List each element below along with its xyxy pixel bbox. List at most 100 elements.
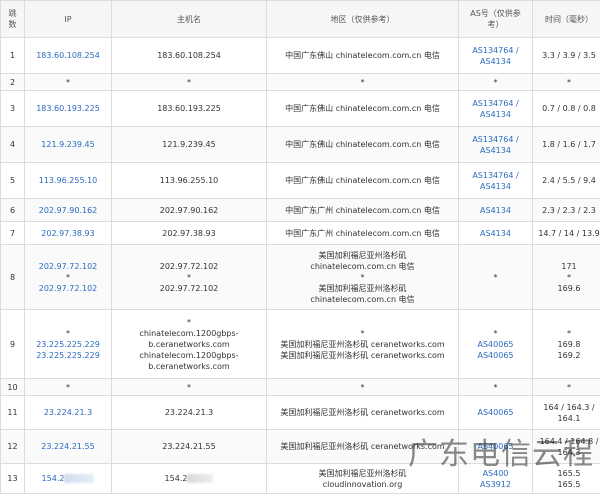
hop-number: 7 — [3, 228, 22, 239]
ip-link[interactable]: 154.2 — [42, 474, 65, 483]
loc-text: * — [269, 328, 456, 339]
table-row: 2***** — [1, 74, 600, 91]
location-cell: 美国加利福尼亚州洛杉矶chinatelecom.com.cn 电信*美国加利福尼… — [267, 245, 459, 310]
as-link[interactable]: AS4134 — [461, 205, 530, 216]
ip-link[interactable]: 183.60.193.225 — [27, 103, 109, 114]
as-text: * — [461, 328, 530, 339]
as-text: * — [461, 382, 530, 393]
ip-link[interactable]: 23.225.225.229 — [27, 350, 109, 361]
time-text: * — [535, 77, 600, 88]
hop-number: 1 — [3, 50, 22, 61]
hop-cell: 11 — [1, 396, 25, 430]
host-text: b.ceranetworks.com — [114, 339, 264, 350]
ip-link[interactable]: 202.97.90.162 — [27, 205, 109, 216]
loc-text: * — [269, 382, 456, 393]
as-link[interactable]: AS4134 — [461, 56, 530, 67]
hostname-cell: 113.96.255.10 — [112, 163, 267, 199]
loc-text: * — [269, 272, 456, 283]
host-text: 202.97.38.93 — [114, 228, 264, 239]
table-row: 7202.97.38.93202.97.38.93中国广东广州 chinatel… — [1, 222, 600, 245]
as-link[interactable]: AS134764 / — [461, 134, 530, 145]
hop-number: 4 — [3, 139, 22, 150]
hop-cell: 5 — [1, 163, 25, 199]
host-text: 23.224.21.3 — [114, 407, 264, 418]
hop-cell: 6 — [1, 199, 25, 222]
time-text: 0.7 / 0.8 / 0.8 — [535, 103, 600, 114]
ip-link[interactable]: 113.96.255.10 — [27, 175, 109, 186]
ip-text: * — [27, 382, 109, 393]
time-cell: *169.8169.2 — [533, 310, 600, 379]
table-row: 4121.9.239.45121.9.239.45中国广东佛山 chinatel… — [1, 127, 600, 163]
ip-link[interactable]: 121.9.239.45 — [27, 139, 109, 150]
watermark-text: 广东电信云程 — [408, 429, 594, 473]
loc-text: 中国广东佛山 chinatelecom.com.cn 电信 — [269, 175, 456, 186]
as-link[interactable]: AS40065 — [461, 339, 530, 350]
as-link[interactable]: AS134764 / — [461, 98, 530, 109]
host-text: 183.60.108.254 — [114, 50, 264, 61]
traceroute-table: 跳 数 IP 主机名 地区（仅供参考） AS号（仅供参 考） 时间（毫秒） 11… — [0, 0, 600, 494]
time-text: 3.3 / 3.9 / 3.5 — [535, 50, 600, 61]
ip-cell: 183.60.108.254 — [25, 38, 112, 74]
time-text: * — [535, 382, 600, 393]
table-row: 5113.96.255.10113.96.255.10中国广东佛山 chinat… — [1, 163, 600, 199]
as-link[interactable]: AS4134 — [461, 145, 530, 156]
host-text: 23.224.21.55 — [114, 441, 264, 452]
as-link[interactable]: AS40065 — [461, 407, 530, 418]
as-link[interactable]: AS4134 — [461, 228, 530, 239]
loc-text: 中国广东佛山 chinatelecom.com.cn 电信 — [269, 50, 456, 61]
host-text: 113.96.255.10 — [114, 175, 264, 186]
time-text: 164 / 164.3 / — [535, 402, 600, 413]
host-text: 202.97.72.102 — [114, 261, 264, 272]
host-text: * — [114, 272, 264, 283]
as-link[interactable]: AS3912 — [461, 479, 530, 490]
time-cell: 14.7 / 14 / 13.9 — [533, 222, 600, 245]
time-text: 169.2 — [535, 350, 600, 361]
time-text: 14.7 / 14 / 13.9 — [535, 228, 600, 239]
time-text: 169.6 — [535, 283, 600, 294]
as-link[interactable]: AS134764 / — [461, 170, 530, 181]
ip-link[interactable]: 23.225.225.229 — [27, 339, 109, 350]
as-cell: AS40065 — [459, 396, 533, 430]
hop-number: 11 — [3, 407, 22, 418]
time-text: 165.5 — [535, 479, 600, 490]
as-cell: AS4134 — [459, 199, 533, 222]
ip-cell: 121.9.239.45 — [25, 127, 112, 163]
hop-cell: 12 — [1, 430, 25, 464]
ip-cell: 113.96.255.10 — [25, 163, 112, 199]
as-link[interactable]: AS4134 — [461, 181, 530, 192]
ip-link[interactable]: 202.97.72.102 — [27, 261, 109, 272]
ip-link[interactable]: 202.97.38.93 — [27, 228, 109, 239]
time-cell: 2.3 / 2.3 / 2.3 — [533, 199, 600, 222]
ip-link[interactable]: 23.224.21.55 — [27, 441, 109, 452]
hop-number: 12 — [3, 441, 22, 452]
as-cell: * — [459, 379, 533, 396]
host-text: 121.9.239.45 — [114, 139, 264, 150]
as-link[interactable]: AS4134 — [461, 109, 530, 120]
hop-cell: 9 — [1, 310, 25, 379]
table-header-row: 跳 数 IP 主机名 地区（仅供参考） AS号（仅供参 考） 时间（毫秒） — [1, 1, 600, 38]
ip-cell: *23.225.225.22923.225.225.229 — [25, 310, 112, 379]
ip-link[interactable]: 23.224.21.3 — [27, 407, 109, 418]
blur-mask — [64, 474, 94, 483]
hostname-cell: 202.97.72.102*202.97.72.102 — [112, 245, 267, 310]
as-text: * — [461, 77, 530, 88]
header-as-number: AS号（仅供参 考） — [459, 1, 533, 38]
loc-text: 美国加利福尼亚州洛杉矶 ceranetworks.com — [269, 407, 456, 418]
ip-link[interactable]: 202.97.72.102 — [27, 283, 109, 294]
hostname-cell: 23.224.21.3 — [112, 396, 267, 430]
time-cell: 0.7 / 0.8 / 0.8 — [533, 91, 600, 127]
hostname-cell: * — [112, 74, 267, 91]
location-cell: 中国广东佛山 chinatelecom.com.cn 电信 — [267, 127, 459, 163]
table-row: 1 183.60.108.254 183.60.108.254 中国广东佛山 chin… — [1, 38, 600, 74]
host-text: 202.97.72.102 — [114, 283, 264, 294]
ip-cell: * — [25, 379, 112, 396]
as-link[interactable]: AS40065 — [461, 350, 530, 361]
as-link[interactable]: AS134764 / — [461, 45, 530, 56]
ip-cell: * — [25, 74, 112, 91]
time-cell: 164 / 164.3 /164.1 — [533, 396, 600, 430]
table-row: 10***** — [1, 379, 600, 396]
location-cell: 中国广东佛山 chinatelecom.com.cn 电信 — [267, 163, 459, 199]
hop-cell: 2 — [1, 74, 25, 91]
hop-cell: 7 — [1, 222, 25, 245]
ip-link[interactable]: 183.60.108.254 — [27, 50, 109, 61]
